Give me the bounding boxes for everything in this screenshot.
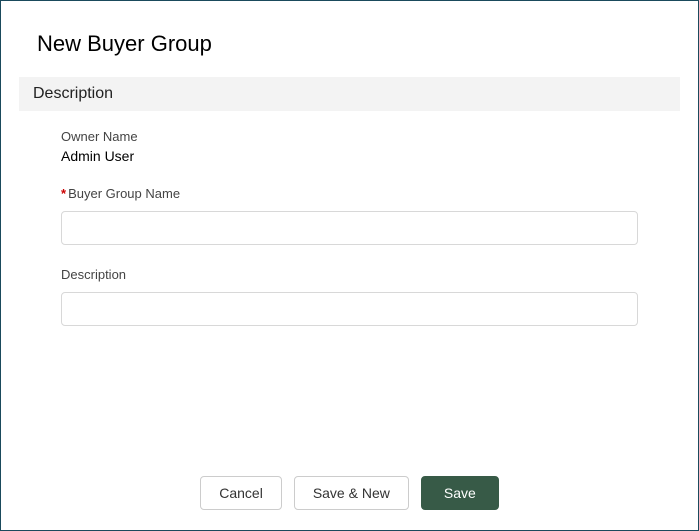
save-and-new-button[interactable]: Save & New [294,476,409,510]
dialog-title: New Buyer Group [1,1,698,77]
section-header-description: Description [19,77,680,111]
cancel-button[interactable]: Cancel [200,476,282,510]
buyer-group-name-field: *Buyer Group Name [61,186,638,245]
form-body: Owner Name Admin User *Buyer Group Name … [1,111,698,326]
description-field: Description [61,267,638,326]
buyer-group-name-label-text: Buyer Group Name [68,186,180,201]
button-bar: Cancel Save & New Save [1,476,698,510]
required-indicator: * [61,186,66,201]
buyer-group-name-input[interactable] [61,211,638,245]
save-button[interactable]: Save [421,476,499,510]
buyer-group-name-label: *Buyer Group Name [61,186,638,201]
owner-name-field: Owner Name Admin User [61,129,638,164]
owner-name-label: Owner Name [61,129,638,144]
description-input[interactable] [61,292,638,326]
owner-name-value: Admin User [61,148,638,164]
description-label: Description [61,267,638,282]
